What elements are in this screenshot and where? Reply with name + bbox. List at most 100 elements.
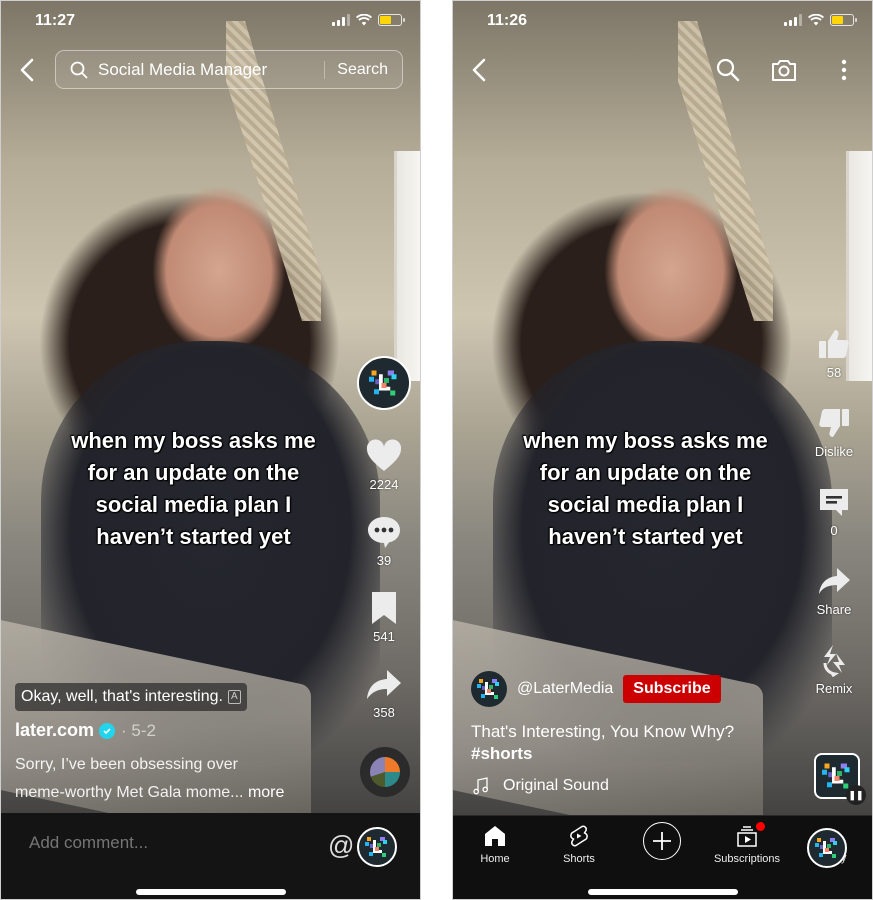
music-disc-button[interactable]	[360, 747, 410, 797]
nav-label: Shorts	[563, 853, 595, 865]
like-button[interactable]: 58	[817, 327, 851, 380]
share-button[interactable]: Share	[816, 564, 852, 617]
share-button[interactable]: 358	[365, 666, 403, 720]
original-sound-link[interactable]: Original Sound	[473, 777, 609, 795]
thumbs-up-icon	[819, 330, 849, 358]
status-bar: 11:26	[453, 1, 872, 41]
nav-shorts[interactable]: Shorts	[539, 824, 619, 865]
sound-cover-icon	[370, 757, 400, 787]
search-button[interactable]: Search	[337, 61, 388, 79]
pause-icon[interactable]: ❚❚	[846, 785, 866, 805]
action-rail: 2224 39 541 358	[356, 356, 412, 720]
comment-count: 39	[376, 553, 392, 568]
back-chevron-icon[interactable]	[17, 57, 39, 83]
remix-label: Remix	[815, 681, 853, 696]
overlay-line: when my boss asks me	[71, 428, 316, 453]
home-indicator[interactable]	[135, 889, 286, 895]
later-logo-icon	[369, 370, 397, 396]
later-logo-icon	[365, 837, 387, 857]
comment-button[interactable]: 39	[365, 514, 403, 568]
overlay-line: haven’t started yet	[96, 524, 291, 549]
overlay-line: for an update on the	[539, 460, 752, 485]
hashtag-link[interactable]: #shorts	[471, 743, 831, 765]
heart-icon	[366, 439, 402, 471]
overlay-line: haven’t started yet	[548, 524, 743, 549]
like-button[interactable]: 2224	[365, 438, 403, 492]
more-options-icon[interactable]	[831, 57, 857, 83]
shorts-icon	[570, 825, 588, 847]
save-count: 541	[373, 629, 395, 644]
status-icons	[332, 14, 405, 26]
description-line: meme-worthy Met Gala mome...	[15, 784, 244, 801]
search-icon	[70, 61, 88, 78]
share-label: Share	[816, 602, 852, 617]
like-count: 58	[826, 365, 842, 380]
overlay-line: social media plan I	[95, 492, 292, 517]
share-count: 358	[373, 705, 395, 720]
nav-label: Home	[480, 853, 510, 865]
more-link[interactable]: more	[248, 784, 284, 801]
nav-home[interactable]: Home	[455, 824, 535, 865]
title-text: That's Interesting, You Know Why?	[471, 722, 735, 741]
video-description[interactable]: Sorry, I’ve been obsessing over meme-wor…	[15, 751, 345, 807]
sound-name: Original Sound	[503, 777, 609, 794]
later-logo-icon	[477, 679, 499, 699]
battery-icon	[378, 14, 405, 26]
mention-button[interactable]: @	[328, 830, 354, 861]
description-line: Sorry, I’ve been obsessing over	[15, 756, 238, 773]
camera-icon[interactable]	[771, 57, 797, 83]
cellular-signal-icon	[332, 14, 350, 26]
thumbs-down-icon	[819, 409, 849, 437]
home-icon	[485, 826, 505, 846]
search-input[interactable]	[98, 59, 308, 80]
short-title[interactable]: That's Interesting, You Know Why? #short…	[471, 721, 831, 765]
create-button[interactable]	[643, 822, 681, 860]
creator-avatar[interactable]	[357, 356, 411, 410]
video-text-overlay: when my boss asks me for an update on th…	[1, 425, 386, 553]
notification-dot	[756, 822, 765, 831]
translate-caption-icon[interactable]: A	[227, 690, 241, 704]
auto-caption-chip[interactable]: Okay, well, that's interesting. A	[15, 683, 247, 711]
dislike-button[interactable]: Dislike	[815, 406, 853, 459]
share-arrow-icon	[818, 568, 850, 594]
search-bar[interactable]: Search	[55, 50, 403, 89]
wifi-icon	[808, 14, 824, 26]
later-logo-icon	[822, 763, 850, 789]
plus-icon	[653, 832, 671, 850]
verified-badge-icon	[99, 722, 116, 739]
status-time: 11:26	[487, 12, 528, 29]
add-comment-input[interactable]	[29, 833, 309, 853]
channel-name[interactable]: @LaterMedia	[517, 680, 613, 698]
comment-bubble-icon	[368, 517, 400, 548]
status-icons	[784, 14, 857, 26]
subscribe-button[interactable]: Subscribe	[623, 675, 721, 703]
like-count: 2224	[369, 477, 399, 492]
tiktok-screen: 11:27 Search when my boss asks me for an…	[0, 0, 421, 900]
save-button[interactable]: 541	[365, 590, 403, 644]
youtube-shorts-screen: 11:26 when my boss asks me for an update…	[452, 0, 873, 900]
author-row: later.com · 5-2	[15, 720, 156, 741]
bottom-navigation: Home Shorts Subscriptions y	[453, 815, 872, 899]
post-date: · 5-2	[121, 720, 157, 740]
dislike-label: Dislike	[814, 444, 854, 459]
status-time: 11:27	[35, 12, 76, 29]
search-icon[interactable]	[715, 57, 741, 83]
nav-you-avatar[interactable]	[807, 828, 847, 868]
home-indicator[interactable]	[587, 889, 738, 895]
nav-subscriptions[interactable]: Subscriptions	[707, 822, 787, 865]
user-avatar[interactable]	[357, 827, 397, 867]
caption-text: Okay, well, that's interesting.	[21, 688, 223, 705]
remix-button[interactable]: Remix	[815, 643, 853, 696]
cellular-signal-icon	[784, 14, 802, 26]
comment-count: 0	[830, 523, 838, 538]
channel-avatar[interactable]	[471, 671, 507, 707]
later-logo-icon	[815, 838, 837, 858]
search-divider	[324, 60, 326, 79]
overlay-line: when my boss asks me	[523, 428, 768, 453]
remix-icon	[823, 645, 845, 677]
author-name[interactable]: later.com	[15, 720, 94, 741]
comments-button[interactable]: 0	[817, 485, 851, 538]
overlay-line: social media plan I	[547, 492, 744, 517]
comment-bar: @	[1, 813, 420, 899]
back-chevron-icon[interactable]	[469, 57, 491, 83]
